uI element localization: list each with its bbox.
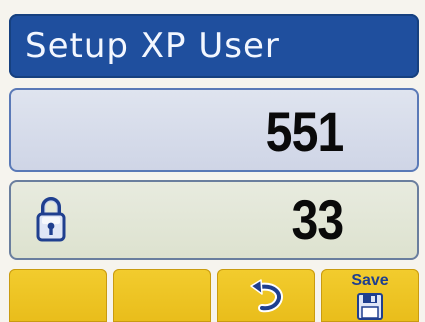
secondary-value: 33 [291,188,344,251]
title-bar: Setup XP User [9,14,419,78]
device-screen: Setup XP User 551 33 Save [0,0,425,322]
secondary-value-field[interactable]: 33 [9,180,419,260]
save-label: Save [351,272,389,289]
softkey-2[interactable] [113,269,211,322]
save-softkey[interactable]: Save [321,269,419,322]
softkey-bar: Save [9,269,419,322]
main-value: 551 [265,100,344,163]
floppy-disk-icon [357,293,383,320]
main-value-field[interactable]: 551 [9,88,419,172]
back-arrow-icon [250,279,283,313]
page-title: Setup XP User [25,26,280,66]
lock-icon [36,197,66,242]
back-softkey[interactable] [217,269,315,322]
softkey-1[interactable] [9,269,107,322]
